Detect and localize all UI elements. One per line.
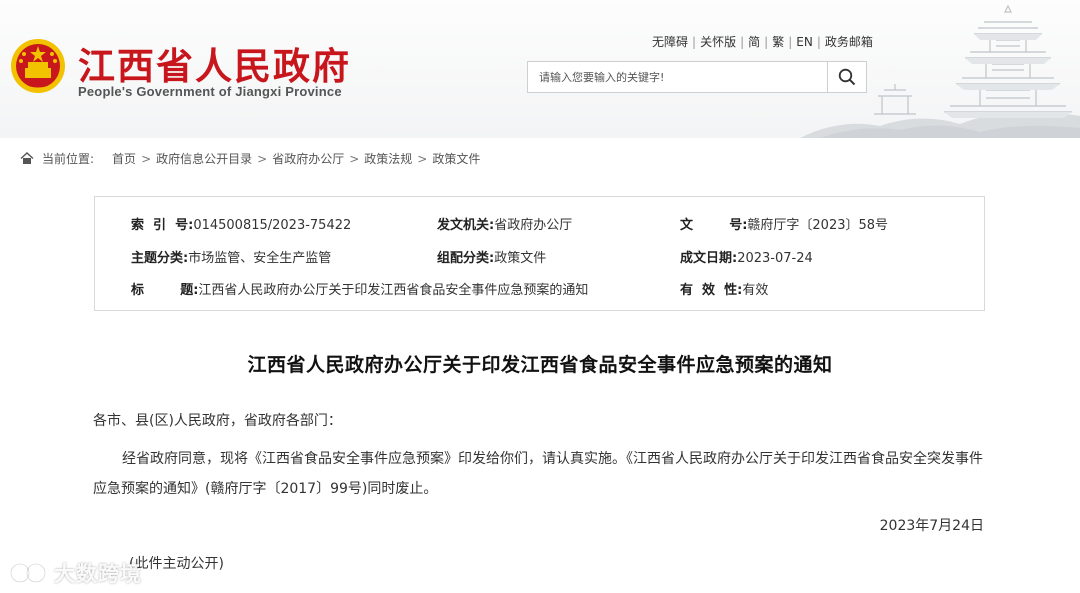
breadcrumb-separator: > xyxy=(417,151,428,166)
info-value: 政策文件 xyxy=(494,251,547,266)
breadcrumb-label: 当前位置: xyxy=(42,152,95,166)
document-info-box: 索 引 号:014500815/2023-75422 发文机关:省政府办公厅 文… xyxy=(94,196,985,311)
watermark-text: 大数跨境 xyxy=(54,562,142,586)
info-key: 组配分类: xyxy=(437,251,495,266)
info-doc-number: 文 号:赣府厅字〔2023〕58号 xyxy=(680,214,888,233)
breadcrumb-info-catalog[interactable]: 政府信息公开目录 xyxy=(156,150,252,167)
info-date: 成文日期:2023-07-24 xyxy=(680,247,813,266)
home-icon xyxy=(20,152,34,164)
info-key: 发文机关: xyxy=(437,218,495,233)
info-validity: 有 效 性:有效 xyxy=(680,279,768,298)
breadcrumb: 当前位置: 首页 > 政府信息公开目录 > 省政府办公厅 > 政策法规 > 政策… xyxy=(20,150,480,167)
article-date: 2023年7月24日 xyxy=(879,518,984,534)
breadcrumb-policy-documents[interactable]: 政策文件 xyxy=(432,150,480,167)
site-header: 江西省人民政府 People's Government of Jiangxi P… xyxy=(0,0,1080,138)
info-value: 省政府办公厅 xyxy=(494,218,573,233)
info-title: 标 题:江西省人民政府办公厅关于印发江西省食品安全事件应急预案的通知 xyxy=(131,279,588,298)
info-issuer: 发文机关:省政府办公厅 xyxy=(437,214,572,233)
breadcrumb-policy-regulations[interactable]: 政策法规 xyxy=(364,150,412,167)
search-input[interactable] xyxy=(528,62,828,92)
simplified-chinese-link[interactable]: 简 xyxy=(748,35,760,49)
national-emblem-icon xyxy=(11,39,65,93)
info-value: 江西省人民政府办公厅关于印发江西省食品安全事件应急预案的通知 xyxy=(198,283,589,298)
search-button[interactable] xyxy=(827,62,866,92)
info-topic: 主题分类:市场监管、安全生产监管 xyxy=(131,247,331,266)
info-key: 文 号: xyxy=(680,218,748,233)
info-key: 有 效 性: xyxy=(680,283,743,298)
info-value: 有效 xyxy=(742,283,769,298)
english-link[interactable]: EN xyxy=(796,35,813,49)
info-index-number: 索 引 号:014500815/2023-75422 xyxy=(131,214,351,233)
gov-mail-link[interactable]: 政务邮箱 xyxy=(825,35,873,49)
site-title[interactable]: 江西省人民政府 xyxy=(78,36,351,90)
info-key: 主题分类: xyxy=(131,251,189,266)
top-links: 无障碍 | 关怀版 | 简 | 繁 | EN | 政务邮箱 xyxy=(652,35,873,49)
accessibility-link[interactable]: 无障碍 xyxy=(652,35,688,49)
watermark-logo-icon xyxy=(9,562,47,584)
info-key: 索 引 号: xyxy=(131,218,194,233)
article-salutation: 各市、县(区)人民政府，省政府各部门： xyxy=(93,413,342,429)
breadcrumb-home[interactable]: 首页 xyxy=(112,150,136,167)
search-icon xyxy=(838,68,856,86)
info-key: 成文日期: xyxy=(680,251,738,266)
site-subtitle: People's Government of Jiangxi Province xyxy=(78,84,342,99)
article-title: 江西省人民政府办公厅关于印发江西省食品安全事件应急预案的通知 xyxy=(247,354,833,376)
breadcrumb-separator: > xyxy=(349,151,360,166)
search-box xyxy=(527,61,867,93)
article-body: 经省政府同意，现将《江西省食品安全事件应急预案》印发给你们，请认真实施。《江西省… xyxy=(93,451,983,497)
info-value: 2023-07-24 xyxy=(737,251,813,266)
info-key: 标 题: xyxy=(131,283,199,298)
watermark: 大数跨境 xyxy=(8,558,142,588)
info-value: 赣府厅字〔2023〕58号 xyxy=(747,218,889,233)
traditional-chinese-link[interactable]: 繁 xyxy=(772,35,784,49)
care-version-link[interactable]: 关怀版 xyxy=(700,35,736,49)
breadcrumb-separator: > xyxy=(141,151,152,166)
breadcrumb-general-office[interactable]: 省政府办公厅 xyxy=(272,150,344,167)
breadcrumb-separator: > xyxy=(257,151,268,166)
article-note: (此件主动公开) xyxy=(129,556,224,572)
info-value: 014500815/2023-75422 xyxy=(193,218,352,233)
info-value: 市场监管、安全生产监管 xyxy=(188,251,332,266)
info-group: 组配分类:政策文件 xyxy=(437,247,546,266)
